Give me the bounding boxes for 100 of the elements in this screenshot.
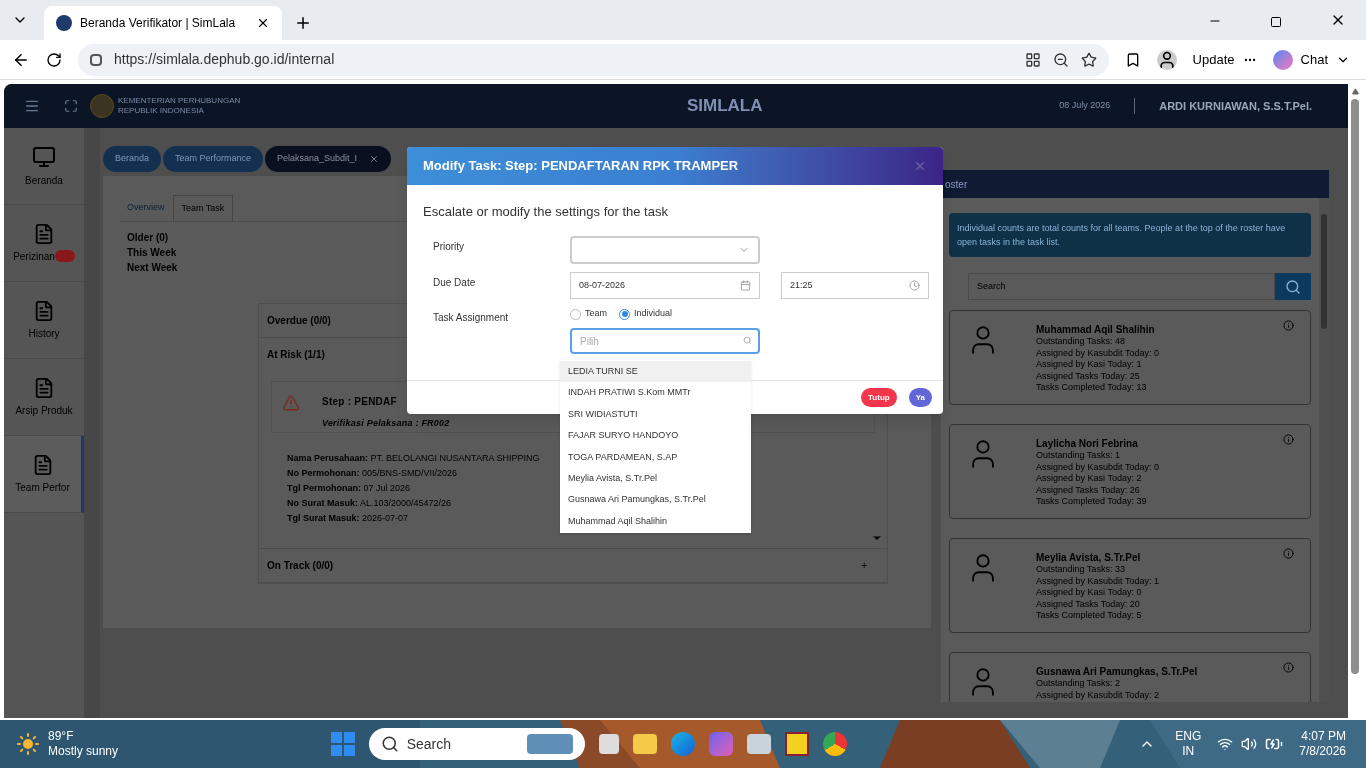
sticky-notes-icon[interactable] [784, 732, 809, 756]
weather-text[interactable]: Mostly sunny [48, 744, 119, 759]
profile-icon[interactable] [1156, 49, 1177, 70]
dropdown-option[interactable]: INDAH PRATIWI S.Kom MMTr [560, 382, 751, 404]
document-icon [33, 222, 55, 245]
content-tab[interactable]: Team Task [172, 195, 234, 221]
toggle-sign[interactable]: + [861, 558, 879, 573]
info-icon[interactable] [1283, 320, 1294, 331]
restore-icon[interactable] [1270, 16, 1282, 28]
info-icon[interactable] [1283, 434, 1294, 445]
search-button[interactable] [1275, 273, 1311, 300]
close-icon[interactable] [256, 16, 270, 30]
dropdown-option[interactable]: SRI WIDIASTUTI [560, 403, 751, 426]
badge [54, 250, 75, 262]
person-stat: Outstanding Tasks: 48 [1036, 336, 1125, 348]
person-stat: Outstanding Tasks: 2 [1036, 678, 1120, 690]
field-label: Due Date [433, 276, 477, 290]
person-stat: Tasks Completed Today: 39 [1036, 496, 1147, 508]
date-text: 08 July 2026 [1059, 99, 1111, 113]
detail-line: No Permohonan: 005/BNS-SMD/VII/2026 [287, 467, 458, 480]
folder-icon[interactable] [632, 734, 657, 754]
person-stat: Assigned by Kasi Today: 1 [1036, 359, 1142, 371]
address-bar[interactable]: https://simlala.dephub.go.id/internal [78, 43, 1109, 76]
person-stat: Assigned by Kasi Today: 2 [1036, 473, 1142, 485]
browser-tab[interactable]: Beranda Verifikator | SimLala [44, 6, 282, 40]
language-indicator[interactable]: ENG [1175, 729, 1202, 744]
time-field[interactable]: 21:25 [781, 272, 929, 299]
assignee-search-field[interactable]: Pilih [570, 328, 760, 354]
period-link[interactable]: Older (0) [127, 230, 169, 245]
favorite-icon[interactable] [1080, 51, 1097, 68]
sidebar-label: Arsip Produk [15, 403, 73, 418]
date-field[interactable]: 08-07-2026 [570, 272, 760, 299]
ministry-logo-icon [90, 94, 114, 118]
update-button[interactable]: Update [1192, 49, 1235, 70]
person-card[interactable]: Meylia Avista, S.Tr.Pel Outstanding Tasks: 33 Assigned by Kasubdit Today: 1 Assigned by Kasi Today: 0 Assigned Tasks Today: 20 Tasks Completed Today: 5 [949, 538, 1311, 633]
person-name: Gusnawa Ari Pamungkas, S.Tr.Pel [1036, 665, 1198, 678]
person-stat: Assigned by Kasubdit Today: 0 [1036, 347, 1159, 359]
dropdown-option[interactable]: FAJAR SURYO HANDOYO [560, 425, 751, 447]
modal-subtitle: Escalate or modify the settings for the task [423, 204, 668, 219]
clock-date[interactable]: 7/8/2026 [1299, 744, 1346, 759]
step-title: Step : PENDAF [322, 395, 398, 409]
monitor-icon [32, 144, 56, 169]
scroll-up-icon[interactable] [1351, 88, 1359, 95]
dialog-button[interactable]: Ya [908, 388, 932, 407]
reload-icon[interactable] [46, 51, 62, 68]
dialog-button[interactable]: Tutup [861, 388, 897, 407]
task-view-icon[interactable] [598, 734, 619, 754]
modal-title: Modify Task: Step: PENDAFTARAN RPK TRAMPER [423, 157, 739, 176]
breadcrumb-tab[interactable]: Pelaksana_Subdit_I [265, 146, 392, 172]
sidebar-item[interactable]: Team Perfor [4, 436, 84, 513]
zoom-icon[interactable] [1052, 51, 1069, 68]
breadcrumb-tab[interactable]: Team Performance [163, 146, 264, 172]
person-stat: Tasks Completed Today: 13 [1036, 382, 1147, 394]
wifi-icon[interactable] [1217, 736, 1234, 752]
taskbar-search[interactable]: Search [368, 728, 585, 760]
copilot-icon[interactable] [1272, 49, 1293, 70]
search-icon[interactable] [380, 735, 399, 753]
start-icon[interactable] [330, 732, 355, 756]
clock-time[interactable]: 4:07 PM [1301, 729, 1346, 744]
warning-icon [282, 394, 300, 412]
dropdown-option[interactable]: LEDIA TURNI SE [560, 361, 751, 383]
person-card[interactable]: Laylicha Nori Febrina Outstanding Tasks: 1 Assigned by Kasubdit Today: 0 Assigned by Kasi Today: 2 Assigned Tasks Today: 26 Tasks Completed Today: 39 [949, 424, 1311, 519]
person-name: Meylia Avista, S.Tr.Pel [1036, 551, 1141, 564]
dropdown-option[interactable]: TOGA PARDAMEAN, S.AP [560, 446, 751, 468]
dropdown-option[interactable]: Gusnawa Ari Pamungkas, S.Tr.Pel [560, 489, 751, 511]
search-field[interactable]: Search [968, 273, 1275, 300]
search-icon [743, 336, 752, 345]
fullscreen-icon[interactable] [64, 99, 78, 113]
info-icon[interactable] [1283, 662, 1294, 673]
roster-header: oster [941, 170, 1329, 198]
detail-line: Nama Perusahaan: PT. BELOLANGI NUSANTARA SHIPPING [287, 452, 540, 465]
period-link[interactable]: This Week [127, 245, 177, 260]
person-card[interactable]: Muhammad Aqil Shalihin Outstanding Tasks: 48 Assigned by Kasubdit Today: 0 Assigned by Kasi Today: 1 Assigned Tasks Today: 25 Tasks Completed Today: 13 [949, 310, 1311, 405]
breadcrumb-tab[interactable]: Beranda [103, 146, 162, 172]
period-link[interactable]: Next Week [127, 260, 178, 275]
person-stat: Assigned Tasks Today: 20 [1036, 598, 1140, 610]
user-name[interactable]: ARDI KURNIAWAN, S.S.T.Pel. [1159, 97, 1328, 115]
language-indicator[interactable]: IN [1182, 744, 1195, 759]
chat-button[interactable]: Chat [1300, 49, 1328, 70]
camera-icon[interactable] [746, 734, 771, 754]
radio-option[interactable]: Individual [619, 307, 673, 321]
field-label: Task Assignment [433, 311, 510, 325]
ministry-name: REPUBLIK INDONESIA [118, 106, 205, 116]
detail-line: No Surat Masuk: AL.103/2000/45472/26 [287, 497, 452, 510]
person-stat: Assigned Tasks Today: 25 [1036, 370, 1140, 382]
menu-icon[interactable] [24, 98, 40, 114]
search-icon[interactable] [1285, 278, 1301, 295]
radio-option[interactable]: Team [570, 307, 607, 321]
dropdown-option[interactable]: Meylia Avista, S.Tr.Pel [560, 467, 751, 490]
sidebar-label: Beranda [25, 173, 63, 188]
person-name: Muhammad Aqil Shalihin [1036, 323, 1155, 336]
dropdown-option[interactable]: Muhammad Aqil Shalihin [560, 510, 751, 533]
weather-icon[interactable] [16, 732, 40, 756]
temperature[interactable]: 89°F [48, 729, 119, 744]
volume-icon[interactable] [1241, 736, 1258, 752]
detail-line: Tgl Surat Masuk: 2026-07-07 [287, 512, 409, 525]
section-header[interactable]: On Track (0/0) + [259, 549, 887, 582]
new-tab-icon[interactable] [294, 14, 312, 32]
info-icon[interactable] [1283, 548, 1294, 559]
apps-icon[interactable] [1024, 51, 1041, 68]
